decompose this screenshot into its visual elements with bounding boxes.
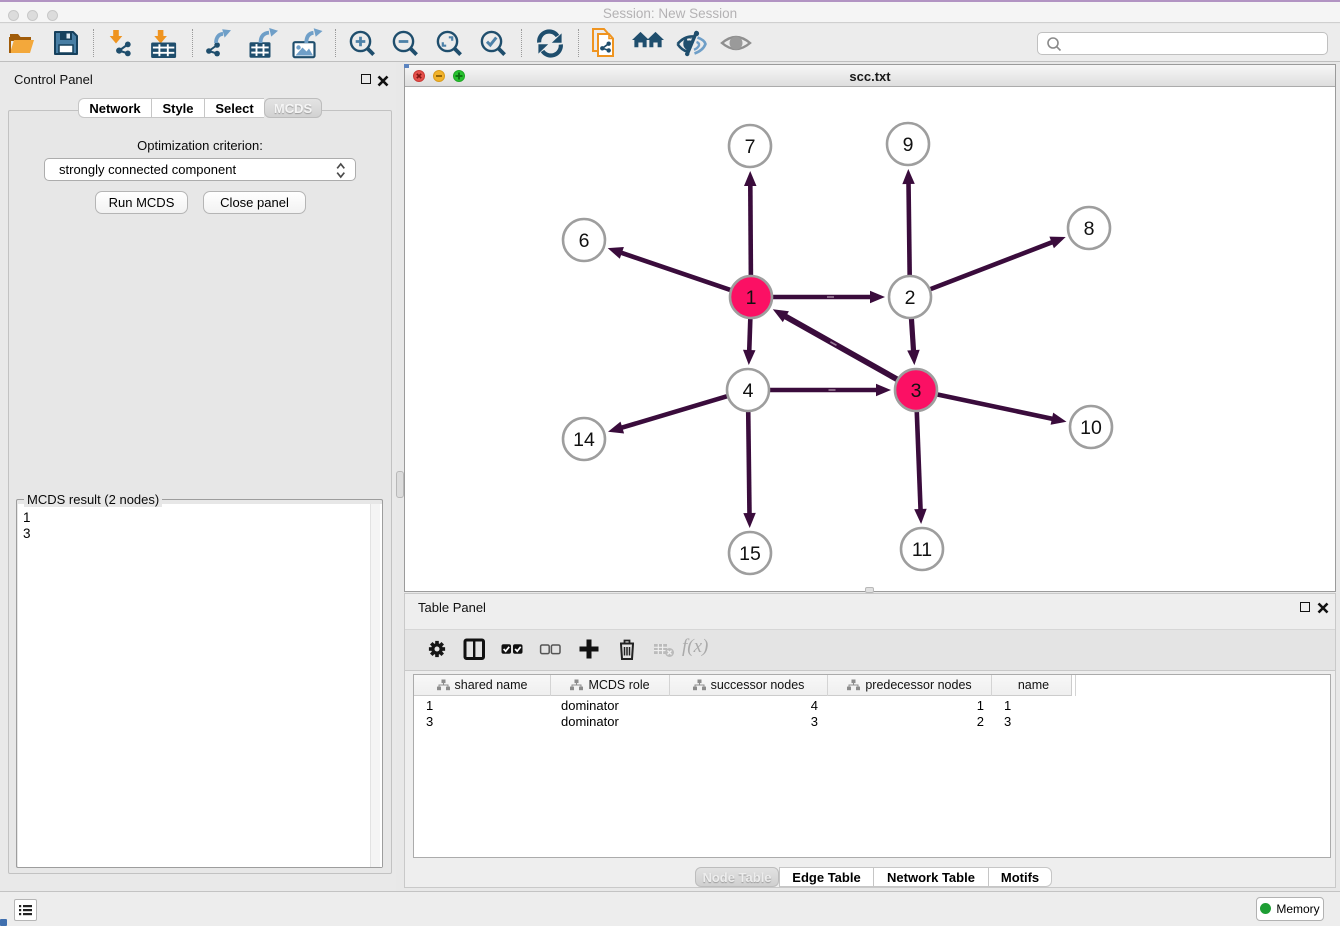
svg-text:9: 9 — [903, 134, 914, 156]
svg-text:7: 7 — [745, 136, 756, 158]
svg-text:15: 15 — [739, 543, 761, 565]
svg-text:8: 8 — [1084, 218, 1095, 240]
svg-text:3: 3 — [911, 380, 922, 402]
svg-text:2: 2 — [905, 287, 916, 309]
svg-text:11: 11 — [912, 539, 932, 561]
svg-text:6: 6 — [579, 230, 590, 252]
svg-text:4: 4 — [743, 380, 754, 402]
svg-text:1: 1 — [746, 287, 757, 309]
svg-text:10: 10 — [1080, 417, 1102, 439]
svg-text:14: 14 — [573, 429, 595, 451]
